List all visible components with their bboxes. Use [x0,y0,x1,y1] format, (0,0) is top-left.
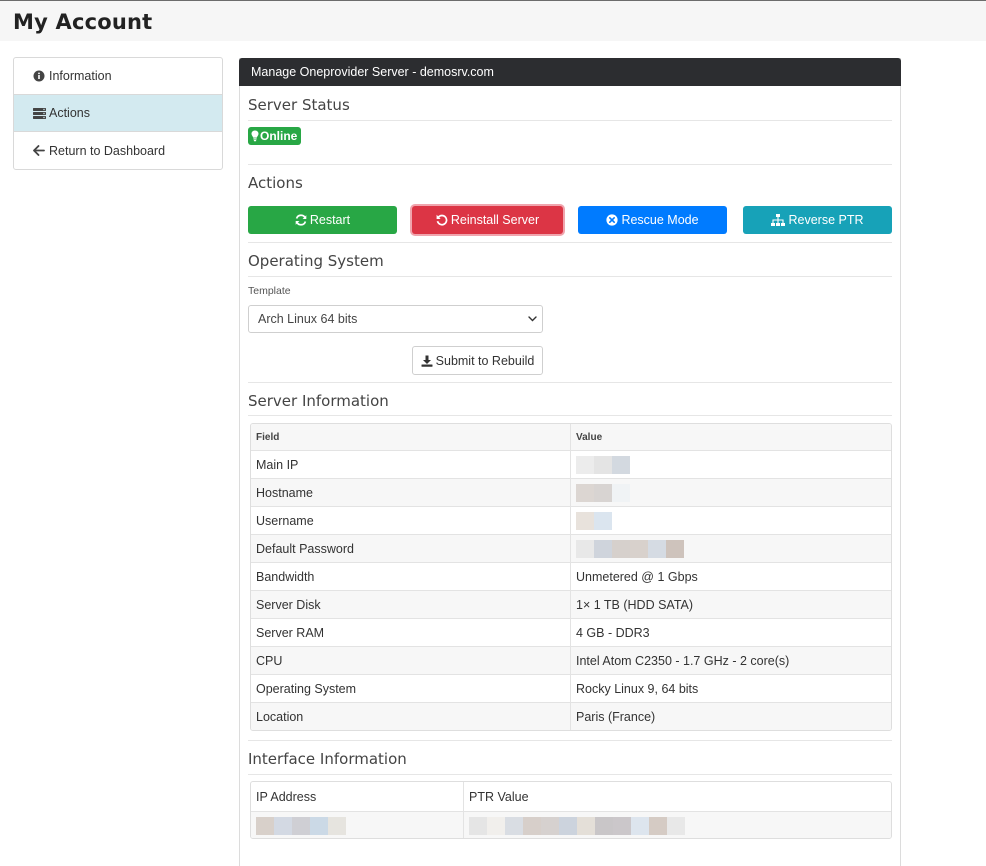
redacted-value [469,817,685,835]
status-badge: Online [248,127,302,145]
field-cell: Server RAM [251,619,571,646]
table-row: Default Password [251,534,891,562]
sitemap-icon [771,214,786,226]
download-icon [421,355,433,367]
divider [248,164,892,165]
sidebar-item-label: Actions [49,106,90,120]
divider [248,276,892,277]
value-cell: 4 GB - DDR3 [576,625,650,640]
arrow-left-icon [32,144,46,158]
table-row: Hostname [251,478,891,506]
table-row: Bandwidth Unmetered @ 1 Gbps [251,562,891,590]
value-cell [571,507,891,534]
sidebar: Information Actions Return to Dashboard [13,57,223,170]
table-header-row: Field Value [251,424,891,450]
redacted-value [576,539,684,558]
template-label: Template [248,285,291,297]
rescue-label: Rescue Mode [621,213,699,227]
table-row: Server RAM 4 GB - DDR3 [251,618,891,646]
table-row: CPU Intel Atom C2350 - 1.7 GHz - 2 core(… [251,646,891,674]
value-cell [571,451,891,478]
info-circle-icon [32,69,46,83]
table-row: Server Disk 1× 1 TB (HDD SATA) [251,590,891,618]
template-select[interactable]: Arch Linux 64 bits [248,305,543,333]
refresh-icon [295,214,307,226]
page-header: My Account [0,1,986,41]
redacted-value [576,483,630,502]
column-header: Value [576,431,603,443]
column-header: PTR Value [469,789,529,804]
field-cell: Default Password [251,535,571,562]
field-cell: Location [251,703,571,730]
rescue-mode-button[interactable]: Rescue Mode [578,206,727,234]
value-cell: Unmetered @ 1 Gbps [576,569,698,584]
interface-information-heading: Interface Information [248,750,407,768]
field-cell: Username [251,507,571,534]
actions-heading: Actions [248,174,303,192]
column-header: IP Address [251,782,464,811]
submit-to-rebuild-button[interactable]: Submit to Rebuild [412,346,543,375]
table-row: Main IP [251,450,891,478]
restart-label: Restart [309,213,351,227]
field-cell: Bandwidth [251,563,571,590]
ip-address-cell [251,812,464,838]
operating-system-heading: Operating System [248,252,384,270]
table-row: Operating System Rocky Linux 9, 64 bits [251,674,891,702]
manage-server-panel: Manage Oneprovider Server - demosrv.com … [239,58,901,866]
chevron-down-icon [528,316,537,322]
value-cell: Paris (France) [576,709,656,724]
table-header-row: IP Address PTR Value [251,782,891,811]
status-badge-label: Online [260,129,298,143]
field-cell: Hostname [251,479,571,506]
column-header: Field [251,424,571,450]
times-circle-icon [606,214,619,226]
value-cell [571,535,891,562]
redacted-value [256,817,346,835]
server-stack-icon [32,106,46,120]
table-row: Username [251,506,891,534]
divider [248,242,892,243]
panel-title: Manage Oneprovider Server - demosrv.com [239,58,901,86]
redacted-value [576,511,612,530]
page-title: My Account [13,10,153,34]
value-cell: Rocky Linux 9, 64 bits [576,681,699,696]
field-cell: Server Disk [251,591,571,618]
divider [248,120,892,121]
template-select-value: Arch Linux 64 bits [258,312,358,326]
value-cell: 1× 1 TB (HDD SATA) [576,597,694,612]
reverse-ptr-button[interactable]: Reverse PTR [743,206,892,234]
table-row [251,811,891,838]
divider [248,774,892,775]
reinstall-server-button[interactable]: Reinstall Server [412,206,563,234]
table-row: Location Paris (France) [251,702,891,730]
restart-button[interactable]: Restart [248,206,397,234]
reverse-ptr-label: Reverse PTR [788,213,864,227]
divider [248,740,892,741]
interface-information-table: IP Address PTR Value [250,781,892,839]
undo-icon [436,214,448,226]
server-information-table: Field Value Main IP Hostname Username De… [250,423,892,731]
sidebar-item-actions[interactable]: Actions [14,95,222,132]
sidebar-item-return-to-dashboard[interactable]: Return to Dashboard [14,132,222,169]
divider [248,382,892,383]
value-cell [571,479,891,506]
server-information-heading: Server Information [248,392,389,410]
server-status-heading: Server Status [248,96,350,114]
value-cell: Intel Atom C2350 - 1.7 GHz - 2 core(s) [576,653,790,668]
field-cell: CPU [251,647,571,674]
redacted-value [576,455,630,474]
ptr-value-cell [464,812,891,838]
sidebar-item-label: Information [49,69,112,83]
sidebar-item-label: Return to Dashboard [49,143,166,158]
field-cell: Main IP [251,451,571,478]
lightbulb-icon [251,130,259,142]
divider [248,415,892,416]
reinstall-label: Reinstall Server [450,213,540,227]
field-cell: Operating System [251,675,571,702]
submit-label: Submit to Rebuild [435,353,535,368]
sidebar-item-information[interactable]: Information [14,58,222,95]
